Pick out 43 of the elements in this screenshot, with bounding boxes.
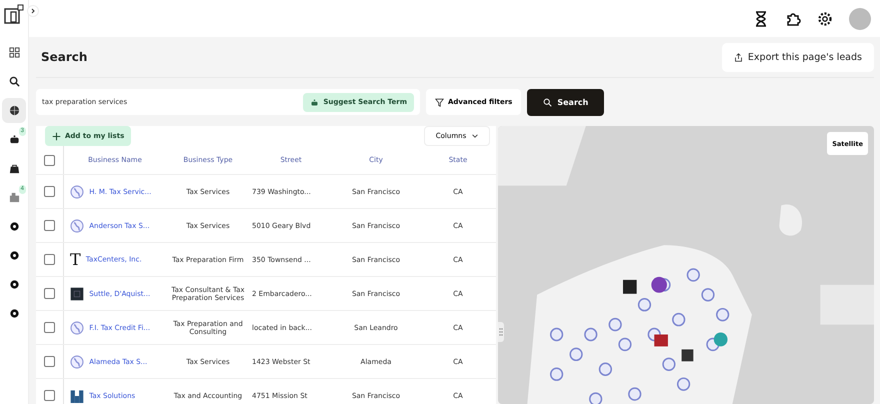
bag-icon — [8, 163, 20, 174]
company-logo — [70, 286, 84, 300]
circle-icon — [8, 250, 20, 261]
caret-icon — [472, 134, 478, 138]
page-title: Search — [41, 50, 88, 64]
search-button[interactable]: Search — [527, 88, 604, 116]
company-logo — [70, 388, 84, 402]
search-icon — [8, 76, 20, 87]
building-icon — [8, 192, 20, 203]
grid-icon — [8, 47, 20, 58]
settings-icon[interactable] — [817, 10, 833, 26]
globe-icon — [8, 105, 20, 116]
hourglass-icon[interactable] — [753, 10, 769, 26]
globe-icon — [70, 320, 84, 334]
plus-icon — [52, 132, 61, 140]
expand-sidebar-button[interactable] — [27, 5, 39, 17]
app-logo-icon[interactable] — [4, 4, 24, 24]
circle-icon — [8, 279, 20, 290]
export-icon — [734, 52, 743, 62]
row-checkbox[interactable] — [44, 254, 55, 265]
robot-icon — [8, 134, 20, 145]
robot-icon — [310, 98, 320, 106]
resize-handle[interactable] — [498, 322, 504, 342]
filter-icon — [435, 98, 444, 106]
globe-icon — [70, 218, 84, 232]
sidebar-item[interactable] — [2, 98, 26, 123]
row-checkbox[interactable] — [44, 322, 55, 333]
circle-icon — [8, 308, 20, 319]
globe-icon — [70, 354, 84, 368]
circle-icon — [8, 221, 20, 232]
chevron-right-icon — [30, 8, 36, 14]
row-checkbox[interactable] — [44, 356, 55, 367]
row-checkbox[interactable] — [44, 220, 55, 231]
export-button[interactable]: Export this page's leads — [722, 42, 874, 72]
globe-icon — [70, 184, 84, 198]
row-checkbox[interactable] — [44, 186, 55, 197]
drag-handle-icon — [499, 327, 503, 337]
select-all-checkbox[interactable] — [44, 154, 55, 166]
row-checkbox[interactable] — [44, 390, 55, 401]
puzzle-icon[interactable] — [785, 10, 801, 26]
search-icon — [543, 98, 552, 106]
company-logo: T — [70, 250, 81, 269]
row-checkbox[interactable] — [44, 288, 55, 299]
